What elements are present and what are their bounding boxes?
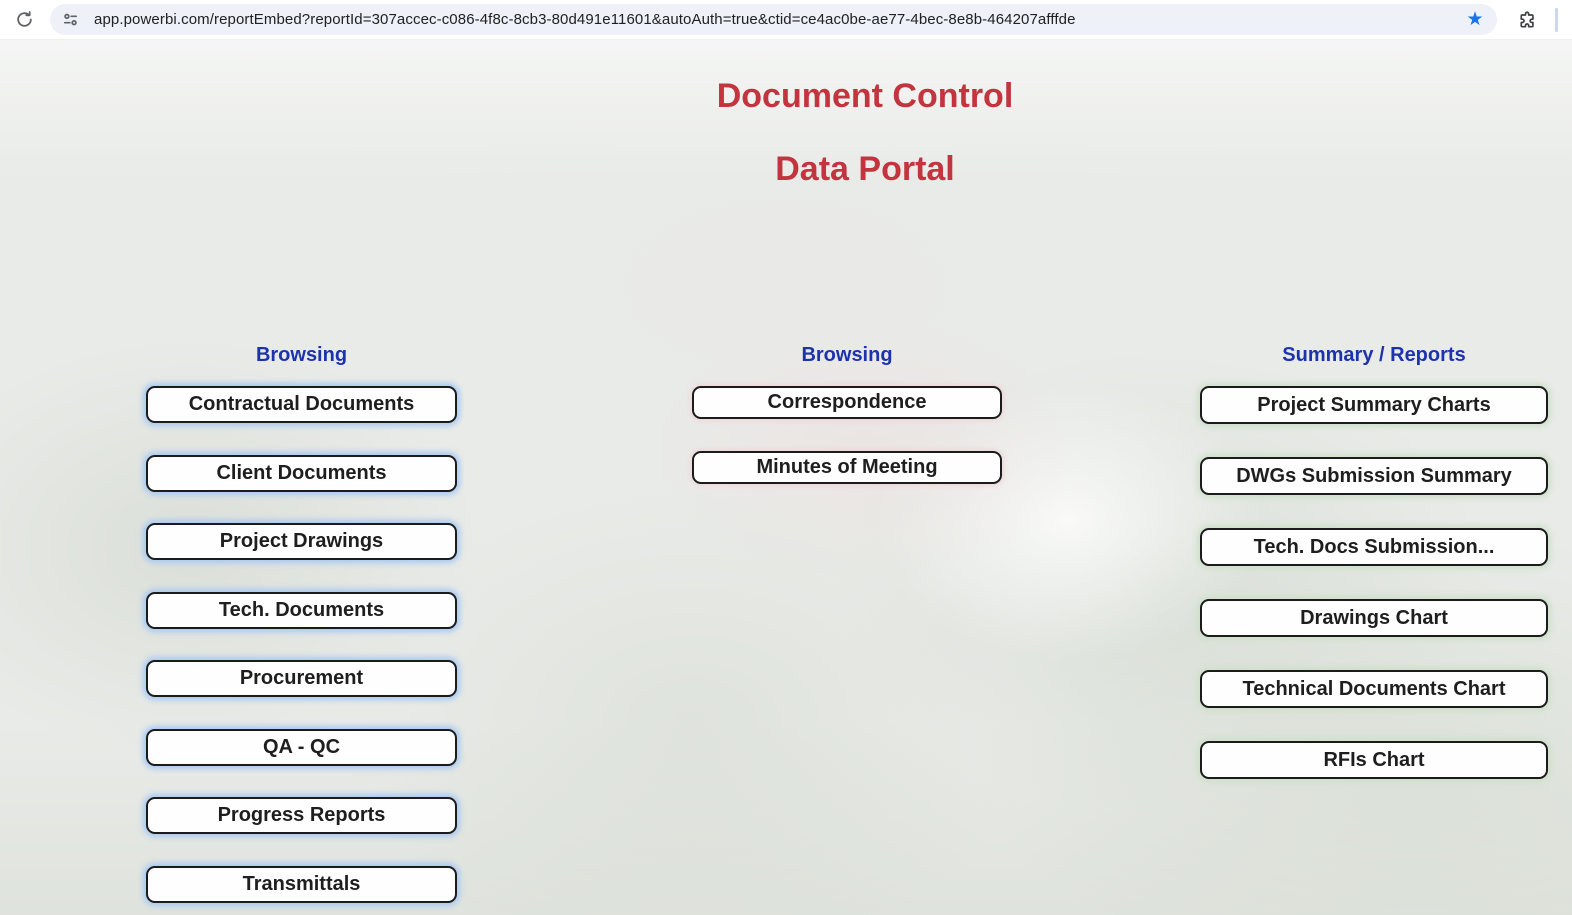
column-browsing-documents: Browsing Contractual Documents Client Do… — [146, 344, 457, 915]
reload-icon — [15, 10, 34, 29]
site-settings-button[interactable] — [56, 6, 84, 34]
button-tech-documents[interactable]: Tech. Documents — [146, 591, 457, 629]
column-summary-reports: Summary / Reports Project Summary Charts… — [1200, 344, 1548, 812]
page-title-line1: Document Control — [716, 77, 1014, 115]
browser-toolbar: app.powerbi.com/reportEmbed?reportId=307… — [0, 0, 1572, 40]
button-progress-reports[interactable]: Progress Reports — [146, 797, 457, 834]
column-header-browsing-left: Browsing — [255, 344, 348, 366]
report-viewport: Document Control Data Portal Browsing Co… — [0, 40, 1572, 915]
button-procurement[interactable]: Procurement — [146, 660, 457, 697]
extensions-button[interactable] — [1511, 4, 1543, 36]
reload-button[interactable] — [8, 4, 40, 36]
button-drawings-chart[interactable]: Drawings Chart — [1200, 599, 1548, 637]
column-header-browsing-middle: Browsing — [801, 344, 893, 366]
button-contractual-documents[interactable]: Contractual Documents — [146, 386, 457, 423]
button-rfis-chart[interactable]: RFIs Chart — [1200, 741, 1548, 779]
column-browsing-correspondence: Browsing Correspondence Minutes of Meeti… — [692, 344, 1002, 516]
button-transmittals[interactable]: Transmittals — [146, 865, 457, 903]
button-project-drawings[interactable]: Project Drawings — [146, 523, 457, 560]
address-bar[interactable]: app.powerbi.com/reportEmbed?reportId=307… — [50, 4, 1497, 35]
site-settings-icon — [62, 11, 79, 28]
button-technical-documents-chart[interactable]: Technical Documents Chart — [1200, 670, 1548, 708]
bookmark-star-icon[interactable]: ★ — [1461, 6, 1489, 34]
button-dwgs-submission-summary[interactable]: DWGs Submission Summary — [1200, 457, 1548, 495]
toolbar-divider — [1555, 7, 1558, 32]
button-tech-docs-submission[interactable]: Tech. Docs Submission... — [1200, 528, 1548, 566]
url-text[interactable]: app.powerbi.com/reportEmbed?reportId=307… — [94, 11, 1461, 28]
page-title-line2: Data Portal — [775, 150, 955, 188]
button-minutes-of-meeting[interactable]: Minutes of Meeting — [692, 451, 1002, 484]
button-correspondence[interactable]: Correspondence — [692, 386, 1002, 419]
button-qa-qc[interactable]: QA - QC — [146, 728, 457, 766]
extensions-icon — [1517, 10, 1537, 30]
column-header-summary-reports: Summary / Reports — [1282, 344, 1466, 366]
button-project-summary-charts[interactable]: Project Summary Charts — [1200, 386, 1548, 424]
button-client-documents[interactable]: Client Documents — [146, 454, 457, 492]
